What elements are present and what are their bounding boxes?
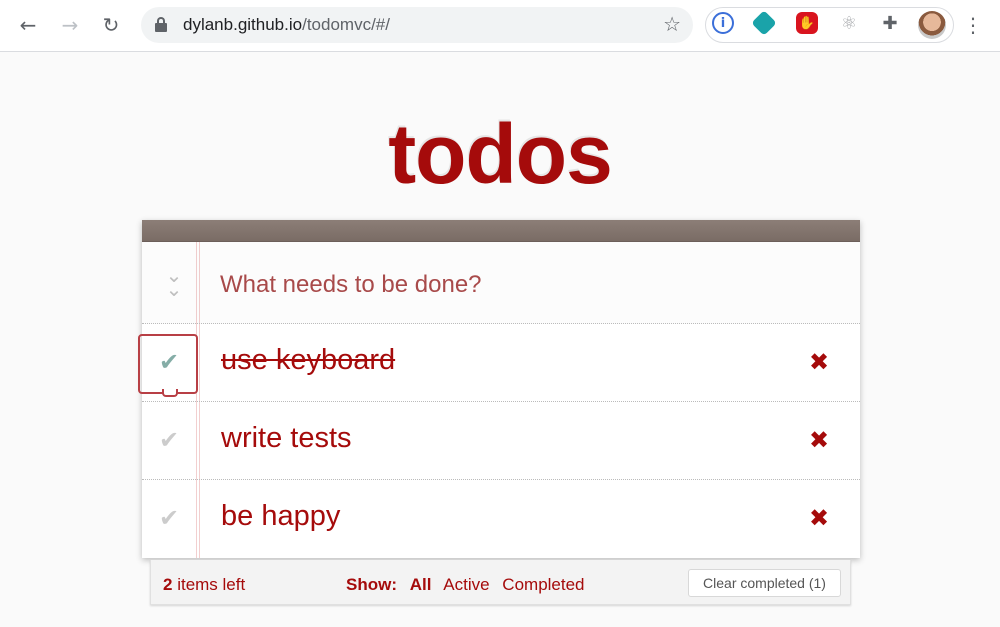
app-title: todos [388,107,613,201]
reload-icon[interactable]: ↻ [96,10,126,40]
todo-label[interactable]: use keyboard [221,344,395,377]
url-text: dylanb.github.io/todomvc/#/ [183,15,390,35]
toggle-checkmark-icon[interactable]: ✔ [155,503,183,533]
show-label: Show: [346,575,397,594]
url-host: dylanb.github.io [183,15,303,34]
todo-item: ✔ write tests ✖ [142,402,860,480]
bookmark-star-icon[interactable]: ☆ [663,12,681,36]
new-todo-row: ⌄ ⌄ [142,242,860,324]
todo-item: ✔ be happy ✖ [142,480,860,558]
address-bar[interactable]: dylanb.github.io/todomvc/#/ ☆ [141,7,693,43]
adblock-extension-icon[interactable]: ✋ [796,12,818,34]
todo-footer: 2 items left Show: All Active Completed … [150,560,851,605]
items-left-count: 2 items left [163,575,245,595]
password-manager-extension-icon[interactable]: i [712,12,734,34]
toggle-all-chevron-icon[interactable]: ⌄ ⌄ [164,265,184,299]
new-todo-input[interactable] [220,269,820,301]
back-arrow-icon[interactable]: ← [13,10,43,40]
forward-arrow-icon[interactable]: → [55,10,85,40]
filter-all[interactable]: All [410,575,432,594]
todo-panel: ⌄⌄ ✔ use keyboard ✖ ✔ write tests ✖ ✔ be… [138,220,860,558]
more-menu-icon[interactable]: ⋮ [962,10,984,40]
clear-completed-button[interactable]: Clear completed (1) [688,569,841,597]
delete-x-icon[interactable]: ✖ [806,426,832,454]
puzzle-extensions-icon[interactable]: ✚ [879,12,901,34]
todo-item: ✔ use keyboard ✖ [138,324,860,402]
toggle-checkmark-icon[interactable]: ✔ [155,425,183,455]
filter-active[interactable]: Active [443,575,489,594]
lock-icon [155,17,167,32]
items-left-suffix: items left [172,575,246,594]
react-devtools-icon[interactable]: ⚛ [838,12,860,34]
delete-x-icon[interactable]: ✖ [806,504,832,532]
toggle-checkmark-icon[interactable]: ✔ [155,347,183,377]
delete-x-icon[interactable]: ✖ [806,348,832,376]
browser-toolbar: ← → ↻ dylanb.github.io/todomvc/#/ ☆ i ✋ … [0,0,1000,52]
url-path: /todomvc/#/ [302,15,390,34]
filter-completed[interactable]: Completed [502,575,584,594]
todo-label[interactable]: write tests [221,422,352,455]
panel-top-bar [142,220,860,242]
todo-label[interactable]: be happy [221,500,340,533]
extensions-area [705,7,954,43]
profile-avatar[interactable] [918,11,946,39]
filters: Show: All Active Completed [346,575,593,595]
